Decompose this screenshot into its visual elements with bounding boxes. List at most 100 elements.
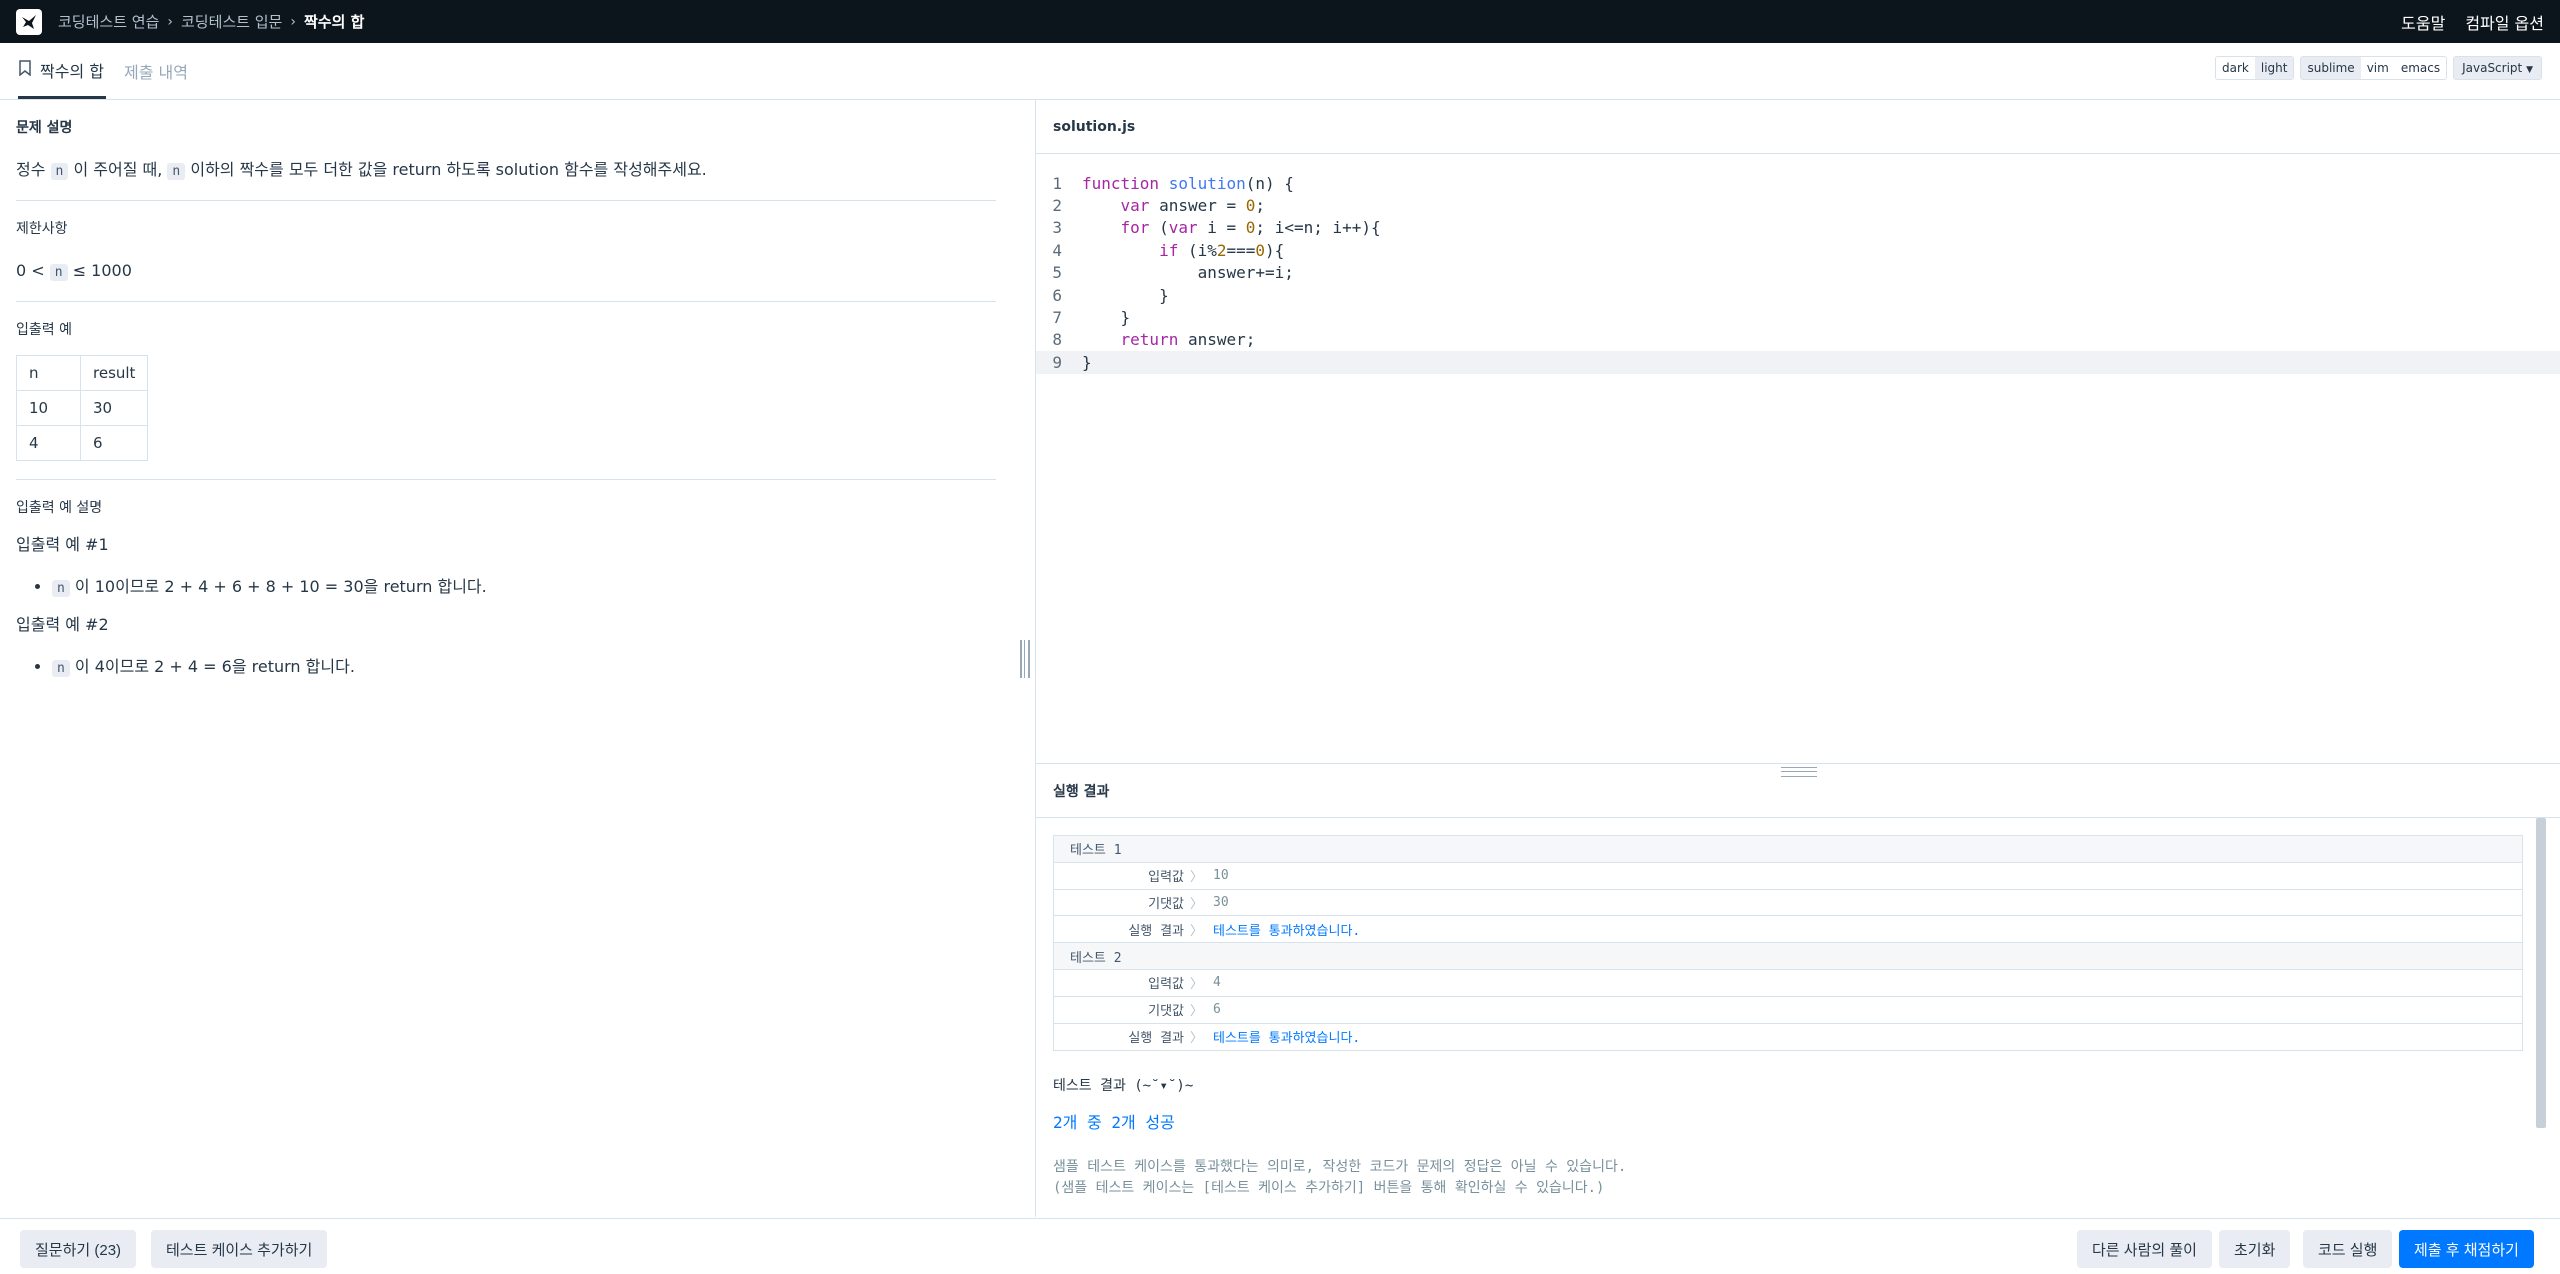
test-name: 테스트 1 [1070, 843, 1122, 859]
result-table: 테스트 1 입력값 〉 10 기댓값 〉 30 실행 결과 〉 테스트를 통과하였습니다. … [1053, 835, 2523, 1052]
io-table: n result 10 30 4 6 [16, 355, 149, 461]
code-editor[interactable]: 1 function solution(n) { 2 var answer = 0… [1036, 172, 2560, 374]
limit-text-part: ≤ 1000 [72, 261, 132, 280]
code-line: 8 return answer; [1036, 329, 2560, 351]
result-label: 실행 결과 [1128, 1031, 1184, 1047]
line-number: 7 [1052, 308, 1062, 328]
theme-toggle: dark light [2215, 56, 2295, 80]
note-line: 샘플 테스트 케이스를 통과했다는 의미로, 작성한 코드가 문제의 정답은 아… [1053, 1159, 1627, 1176]
table-row: 입력값 〉 4 [1054, 970, 2522, 997]
line-number: 2 [1052, 196, 1062, 216]
keymap-emacs-button[interactable]: emacs [2394, 57, 2447, 79]
inline-code: n [52, 580, 70, 597]
keymap-toggle: sublime vim emacs [2300, 56, 2448, 80]
top-nav: 코딩테스트 연습 › 코딩테스트 입문 › 짝수의 합 도움말 컴파일 옵션 [0, 0, 2560, 43]
theme-dark-button[interactable]: dark [2216, 57, 2255, 79]
chevron-right-icon: 〉 [1190, 896, 1204, 912]
breadcrumb: 코딩테스트 연습 › 코딩테스트 입문 › 짝수의 합 [58, 11, 364, 32]
submit-button[interactable]: 제출 후 채점하기 [2399, 1230, 2534, 1268]
input-value: 10 [1213, 868, 1229, 884]
keymap-sublime-button[interactable]: sublime [2301, 57, 2361, 79]
line-number: 1 [1052, 173, 1062, 193]
breadcrumb-item-intro[interactable]: 코딩테스트 입문 [181, 11, 282, 32]
table-header: result [79, 355, 149, 391]
result-scrollbar[interactable] [2536, 818, 2546, 1128]
caret-down-icon: ▼ [2526, 65, 2533, 75]
code-line-active: 9} [1036, 351, 2560, 374]
expected-value: 6 [1213, 1002, 1221, 1018]
code-line: 6 } [1036, 284, 2560, 306]
limit-text: 0 < n ≤ 1000 [16, 259, 1019, 283]
ask-question-button[interactable]: 질문하기 (23) [20, 1230, 137, 1268]
others-solutions-button[interactable]: 다른 사람의 풀이 [2077, 1230, 2212, 1268]
compile-options-link[interactable]: 컴파일 옵션 [2465, 10, 2544, 34]
help-link[interactable]: 도움말 [2401, 10, 2445, 34]
table-cell: 6 [79, 425, 149, 461]
tab-submissions[interactable]: 제출 내역 [124, 43, 188, 99]
input-label: 입력값 [1148, 977, 1184, 993]
code-line: 7 } [1036, 306, 2560, 328]
language-select[interactable]: JavaScript ▼ [2453, 56, 2542, 80]
input-label: 입력값 [1148, 870, 1184, 886]
vertical-resize-handle[interactable] [1020, 640, 1030, 678]
table-row: 테스트 1 [1054, 836, 2522, 863]
table-row: 실행 결과 〉 테스트를 통과하였습니다. [1054, 916, 2522, 944]
theme-light-button[interactable]: light [2254, 57, 2294, 79]
expected-value: 30 [1213, 894, 1229, 910]
table-cell: 10 [16, 390, 81, 426]
expected-label: 기댓값 [1148, 1004, 1184, 1020]
result-label: 실행 결과 [1128, 923, 1184, 939]
table-cell: 4 [16, 425, 81, 461]
inline-code: n [167, 163, 186, 180]
note-line: (샘플 테스트 케이스는 [테스트 케이스 추가하기] 버튼을 통해 확인하실 … [1053, 1179, 1605, 1196]
tab-problem-label: 짝수의 합 [40, 61, 104, 81]
editor-panel: solution.js 1 function solution(n) { 2 va… [1035, 100, 2560, 1217]
breadcrumb-item-current: 짝수의 합 [303, 13, 365, 31]
table-row: 실행 결과 〉 테스트를 통과하였습니다. [1054, 1024, 2522, 1051]
desc-text-part: 정수 [16, 160, 46, 179]
code-line: 4 if (i%2===0){ [1036, 239, 2560, 261]
inline-code: n [49, 264, 68, 281]
chevron-right-icon: › [290, 13, 296, 30]
code-line: 2 var answer = 0; [1036, 194, 2560, 216]
test-name: 테스트 2 [1070, 950, 1122, 966]
table-cell: 30 [79, 390, 149, 426]
breadcrumb-item-practice[interactable]: 코딩테스트 연습 [58, 11, 159, 32]
io-title: 입출력 예 [16, 322, 72, 338]
keymap-vim-button[interactable]: vim [2360, 57, 2395, 79]
line-number: 8 [1052, 330, 1062, 350]
ex1-title: 입출력 예 #1 [16, 535, 109, 554]
result-note: 샘플 테스트 케이스를 통과했다는 의미로, 작성한 코드가 문제의 정답은 아… [1053, 1157, 2523, 1198]
bookmark-icon[interactable] [18, 59, 32, 80]
table-row: n result [16, 355, 149, 391]
tab-problem[interactable]: 짝수의 합 [18, 43, 106, 99]
ex1-list: n 이 10이므로 2 + 4 + 6 + 8 + 10 = 30을 retur… [36, 573, 1019, 597]
result-title: 실행 결과 [1036, 763, 2560, 818]
desc-text-part: 이하의 짝수를 모두 더한 값을 return 하도록 solution 함수를… [190, 160, 707, 179]
success-count: 2개 중 2개 성공 [1053, 1113, 1175, 1133]
ex1-text: 이 10이므로 2 + 4 + 6 + 8 + 10 = 30을 return … [74, 577, 487, 596]
ex2-list: n 이 4이므로 2 + 4 = 6을 return 합니다. [36, 653, 1019, 677]
test-summary: 테스트 결과 (~˘▾˘)~ [1053, 1078, 1194, 1095]
table-header: n [16, 355, 81, 391]
io-desc-title: 입출력 예 설명 [16, 500, 103, 516]
limit-text-part: 0 < [16, 261, 45, 280]
problem-panel: 문제 설명 정수 n 이 주어질 때, n 이하의 짝수를 모두 더한 값을 r… [0, 100, 1035, 1217]
line-number: 5 [1052, 263, 1062, 283]
inline-code: n [52, 660, 70, 677]
table-row: 4 6 [16, 425, 149, 461]
code-line: 3 for (var i = 0; i<=n; i++){ [1036, 217, 2560, 239]
footer-bar: 질문하기 (23) 테스트 케이스 추가하기 다른 사람의 풀이 초기화 코드 … [0, 1218, 2560, 1274]
add-test-case-button[interactable]: 테스트 케이스 추가하기 [151, 1230, 328, 1268]
logo-icon[interactable] [16, 8, 42, 35]
divider [16, 479, 996, 480]
ex2-title: 입출력 예 #2 [16, 615, 109, 634]
result-body: 테스트 1 입력값 〉 10 기댓값 〉 30 실행 결과 〉 테스트를 통과하였습니다. … [1053, 835, 2523, 1198]
chevron-right-icon: 〉 [1190, 870, 1204, 886]
line-number: 6 [1052, 285, 1062, 305]
reset-button[interactable]: 초기화 [2219, 1230, 2291, 1268]
run-code-button[interactable]: 코드 실행 [2303, 1230, 2393, 1268]
tab-bar: 짝수의 합 제출 내역 dark light sublime vim emacs… [0, 43, 2560, 100]
desc-text: 정수 n 이 주어질 때, n 이하의 짝수를 모두 더한 값을 return … [16, 158, 1019, 182]
table-row: 입력값 〉 10 [1054, 863, 2522, 890]
